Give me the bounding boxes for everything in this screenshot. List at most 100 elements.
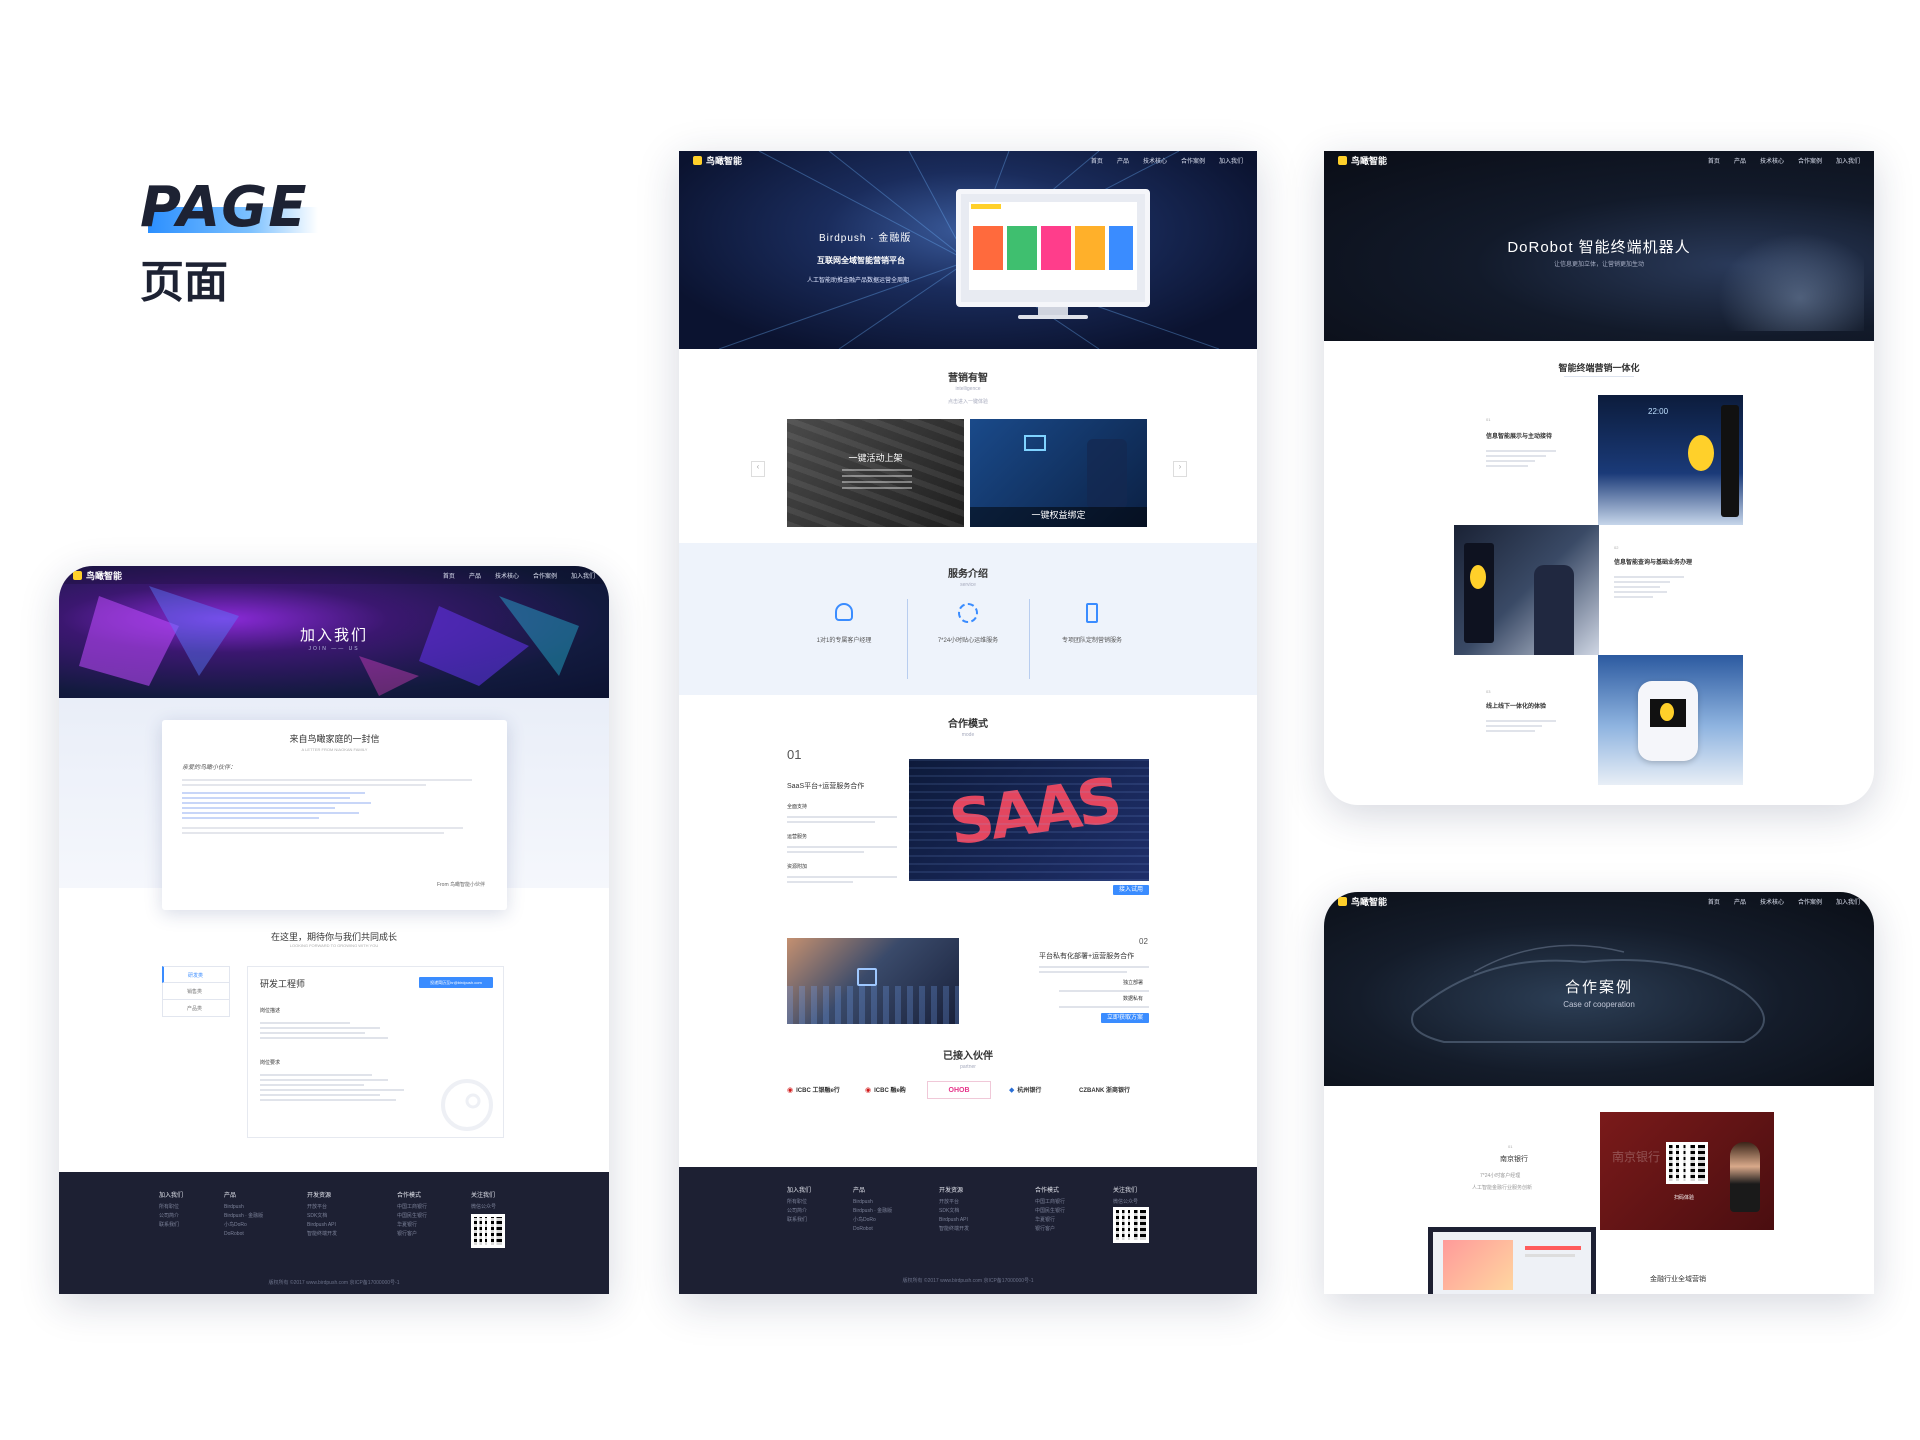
service-label: 1对1的专属客户经理 xyxy=(816,638,872,644)
mode-1-h2: 运营服务 xyxy=(787,834,808,840)
nav-home[interactable]: 首页 xyxy=(443,571,455,580)
footer-link[interactable]: Birdpush xyxy=(224,1203,263,1212)
nav-join[interactable]: 加入我们 xyxy=(571,571,595,580)
mode-1-image: SAAS xyxy=(909,759,1149,881)
footer-link[interactable]: 所有职位 xyxy=(159,1203,183,1212)
get-plan-button[interactable]: 立即获取方案 xyxy=(1101,1013,1149,1023)
mode-1-text xyxy=(787,843,897,856)
footer-col-heading: 产品 xyxy=(224,1193,237,1199)
nav-cases[interactable]: 合作案例 xyxy=(533,571,557,580)
footer-link[interactable]: SDK文档 xyxy=(307,1212,337,1221)
feature-3-title: 线上线下一体化的体验 xyxy=(1486,704,1547,710)
footer-col-heading: 加入我们 xyxy=(159,1193,184,1199)
nav-cases[interactable]: 合作案例 xyxy=(1181,156,1205,165)
feature-2-title: 信息智能查询与基础业务办理 xyxy=(1614,560,1693,566)
nav-home[interactable]: 首页 xyxy=(1708,897,1720,906)
nav-home[interactable]: 首页 xyxy=(1091,156,1103,165)
nav-tech[interactable]: 技术核心 xyxy=(1760,156,1784,165)
feature-3-text xyxy=(1486,717,1556,735)
nav-product[interactable]: 产品 xyxy=(1734,156,1746,165)
footer-link[interactable]: 智能终端开发 xyxy=(307,1230,337,1239)
partner-czbank: CZBANK 浙商银行 xyxy=(1079,1085,1130,1094)
nav-product[interactable]: 产品 xyxy=(469,571,481,580)
carousel-card-1[interactable]: 一键活动上架 xyxy=(787,419,964,527)
footer-link[interactable]: 开放平台 xyxy=(939,1198,969,1207)
footer-col-follow: 关注我们 微信公众号 xyxy=(1113,1185,1138,1207)
footer-link[interactable]: SDK文档 xyxy=(939,1207,969,1216)
footer-link[interactable]: 中国民生银行 xyxy=(397,1212,427,1221)
nav-home[interactable]: 首页 xyxy=(1708,156,1720,165)
feature-2-image xyxy=(1454,525,1599,655)
case-2-title: 金融行业全域营销 xyxy=(1650,1276,1706,1283)
nav-join[interactable]: 加入我们 xyxy=(1219,156,1243,165)
title-underline xyxy=(1564,376,1634,377)
footer-copyright: 版权所有 ©2017 www.birdpush.com 京ICP备1700000… xyxy=(902,1278,1034,1284)
footer-col-mode: 合作模式 中国工商银行 中国民生银行 华夏银行 银行客户 xyxy=(1035,1185,1065,1234)
carousel-next-button[interactable]: › xyxy=(1173,461,1187,477)
footer-link[interactable]: Birdpush xyxy=(853,1198,892,1207)
nav-cases[interactable]: 合作案例 xyxy=(1798,156,1822,165)
join-hero: 加入我们 JOIN —— US xyxy=(59,566,609,698)
mockup-dorobot: DoRobot 智能终端机器人 让信息更加立体，让营销更加生动 鸟瞰智能 首页 … xyxy=(1324,151,1874,805)
nav-tech[interactable]: 技术核心 xyxy=(495,571,519,580)
screen-time: 22:00 xyxy=(1648,407,1669,416)
tab-product[interactable]: 产品类 xyxy=(162,1000,230,1017)
footer-link[interactable]: 公司简介 xyxy=(159,1212,183,1221)
footer-link[interactable]: 开放平台 xyxy=(307,1203,337,1212)
nav-product[interactable]: 产品 xyxy=(1117,156,1129,165)
nav-cases[interactable]: 合作案例 xyxy=(1798,897,1822,906)
footer-link[interactable]: 智能终端开发 xyxy=(939,1225,969,1234)
mode-2-text xyxy=(1059,1003,1149,1011)
brand-logo-text: 鸟瞰智能 xyxy=(86,570,123,581)
footer-link[interactable]: DoRobot xyxy=(224,1230,263,1239)
footer-link[interactable]: 华夏银行 xyxy=(1035,1216,1065,1225)
footer-link[interactable]: 联系我们 xyxy=(159,1221,183,1230)
nav-join[interactable]: 加入我们 xyxy=(1836,897,1860,906)
apply-button[interactable]: 投递简历至hr@birdpush.com xyxy=(419,977,493,988)
footer-link[interactable]: Birdpush API xyxy=(307,1221,337,1230)
footer-link[interactable]: 华夏银行 xyxy=(397,1221,427,1230)
footer-link[interactable]: Birdpush · 金融版 xyxy=(853,1207,892,1216)
footer-link[interactable]: 中国工商银行 xyxy=(397,1203,427,1212)
nav-tech[interactable]: 技术核心 xyxy=(1143,156,1167,165)
footer-link[interactable]: 中国工商银行 xyxy=(1035,1198,1065,1207)
cases-hero-sub: Case of cooperation xyxy=(1563,1000,1635,1009)
footer-link[interactable]: DoRobot xyxy=(853,1225,892,1234)
footer-link[interactable]: 银行客户 xyxy=(397,1230,427,1239)
brand-logo[interactable]: 鸟瞰智能 xyxy=(693,154,742,167)
section-partner: 已接入伙伴 partner ◉ ICBC 工银融e行 ◉ ICBC 融e购 OHOB… xyxy=(679,1029,1257,1167)
footer-link[interactable]: 小鸟DoRo xyxy=(224,1221,263,1230)
footer-link[interactable]: 联系我们 xyxy=(787,1216,811,1225)
case-qr-code xyxy=(1666,1142,1708,1184)
tab-rd[interactable]: 研发类 xyxy=(162,966,230,983)
footer-link[interactable]: Birdpush · 金融版 xyxy=(224,1212,263,1221)
dorobot-hero: DoRobot 智能终端机器人 让信息更加立体，让营销更加生动 xyxy=(1324,151,1874,341)
brand-logo[interactable]: 鸟瞰智能 xyxy=(73,569,122,582)
tab-sales[interactable]: 销售类 xyxy=(162,983,230,1000)
bird-icon xyxy=(1338,896,1347,906)
section-service: 服务介绍 service 1对1的专属客户经理 7*24小时贴心运维服务 专项团… xyxy=(679,543,1257,695)
mode-2-image xyxy=(787,938,959,1024)
footer-link[interactable]: 中国民生银行 xyxy=(1035,1207,1065,1216)
footer-col-heading: 开发资源 xyxy=(939,1188,964,1194)
brand-logo[interactable]: 鸟瞰智能 xyxy=(1338,895,1387,908)
brand-logo[interactable]: 鸟瞰智能 xyxy=(1338,154,1387,167)
nav-tech[interactable]: 技术核心 xyxy=(1760,897,1784,906)
heading-en: PAGE xyxy=(140,175,308,240)
nav-join[interactable]: 加入我们 xyxy=(1836,156,1860,165)
carousel-card-2[interactable]: 一键权益绑定 xyxy=(970,419,1147,527)
footer-link[interactable]: 公司简介 xyxy=(787,1207,811,1216)
monitor-illustration xyxy=(956,189,1150,321)
nav-product[interactable]: 产品 xyxy=(1734,897,1746,906)
trial-button[interactable]: 接入试用 xyxy=(1113,885,1149,895)
letter-body xyxy=(182,779,487,834)
footer-link[interactable]: 银行客户 xyxy=(1035,1225,1065,1234)
footer-link[interactable]: 小鸟DoRo xyxy=(853,1216,892,1225)
footer-link[interactable]: Birdpush API xyxy=(939,1216,969,1225)
footer-col-heading: 关注我们 xyxy=(471,1193,496,1199)
card-1-title: 一键活动上架 xyxy=(848,453,903,463)
footer-col-follow: 关注我们 微信公众号 xyxy=(471,1190,496,1212)
footer-link[interactable]: 所有职位 xyxy=(787,1198,811,1207)
carousel-prev-button[interactable]: ‹ xyxy=(751,461,765,477)
footer-col-heading: 产品 xyxy=(853,1188,866,1194)
